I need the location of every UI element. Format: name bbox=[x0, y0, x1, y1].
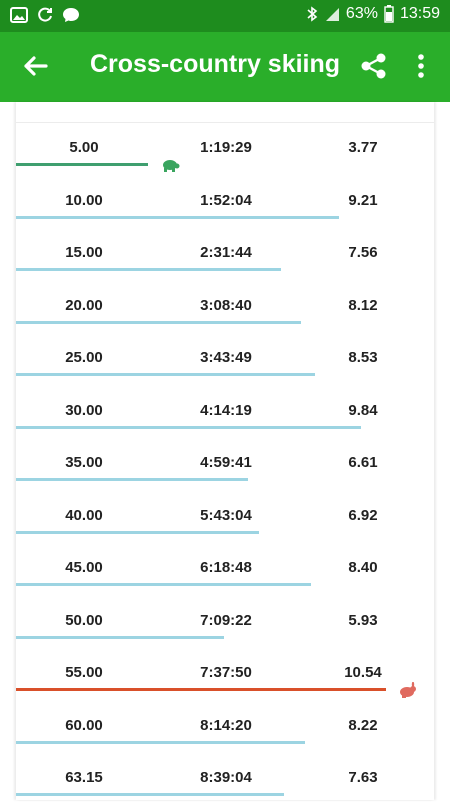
split-speed: 9.84 bbox=[348, 401, 378, 419]
speed-bar bbox=[16, 740, 305, 744]
gallery-icon bbox=[10, 7, 28, 23]
split-time: 4:59:41 bbox=[200, 454, 252, 471]
speed-bar bbox=[16, 530, 259, 534]
split-time: 1:52:04 bbox=[200, 191, 252, 209]
split-time: 6:18:48 bbox=[200, 559, 252, 576]
split-time: 8:39:04 bbox=[200, 769, 252, 786]
split-speed: 5.93 bbox=[348, 611, 378, 629]
split-distance: 50.00 bbox=[65, 611, 103, 629]
speed-bar bbox=[16, 320, 301, 324]
status-left-icons bbox=[10, 6, 80, 24]
split-distance: 5.00 bbox=[69, 139, 99, 156]
split-distance: 10.00 bbox=[65, 191, 103, 209]
split-speed: 6.61 bbox=[348, 454, 378, 471]
split-distance: 20.00 bbox=[65, 296, 103, 314]
split-row: 15.00 2:31:44 7.56 bbox=[16, 229, 434, 282]
split-row: 35.00 4:59:41 6.61 bbox=[16, 439, 434, 492]
app-bar: Cross-country skiing bbox=[0, 32, 450, 102]
split-row: 10.00 1:52:04 9.21 bbox=[16, 177, 434, 230]
split-distance: 40.00 bbox=[65, 506, 103, 524]
split-speed: 8.40 bbox=[348, 559, 378, 576]
sync-icon bbox=[38, 7, 52, 22]
split-speed: 7.56 bbox=[348, 244, 378, 261]
bluetooth-icon bbox=[307, 6, 318, 22]
status-right-icons: 63% 13:59 bbox=[306, 5, 440, 23]
split-time: 1:19:29 bbox=[200, 139, 252, 156]
speed-bar bbox=[16, 635, 224, 639]
split-row: 50.00 7:09:22 5.93 bbox=[16, 597, 434, 650]
signal-icon bbox=[325, 8, 339, 21]
split-time: 2:31:44 bbox=[200, 244, 252, 261]
speed-bar bbox=[16, 163, 148, 166]
speed-bar bbox=[16, 215, 339, 219]
split-time: 3:08:40 bbox=[200, 296, 252, 314]
rabbit-icon bbox=[398, 681, 418, 698]
split-speed: 7.63 bbox=[348, 769, 378, 786]
split-row: 5.00 1:19:29 3.77 bbox=[16, 124, 434, 177]
splits-card: 5.00 1:19:29 3.77 10.00 1:52:04 9.21 15.00 2:31… bbox=[16, 102, 434, 800]
more-vert-icon[interactable] bbox=[412, 51, 430, 81]
split-row: 55.00 7:37:50 10.54 bbox=[16, 649, 434, 702]
split-distance: 60.00 bbox=[65, 716, 103, 734]
battery-percent: 63% bbox=[345, 5, 378, 22]
split-time: 4:14:19 bbox=[200, 401, 252, 419]
split-distance: 55.00 bbox=[65, 664, 103, 681]
split-row: 25.00 3:43:49 8.53 bbox=[16, 334, 434, 387]
split-speed: 3.77 bbox=[348, 139, 378, 156]
split-distance: 45.00 bbox=[65, 559, 103, 576]
speed-bar bbox=[16, 793, 284, 796]
split-row: 60.00 8:14:20 8.22 bbox=[16, 702, 434, 755]
split-time: 8:14:20 bbox=[200, 716, 252, 734]
split-row: 30.00 4:14:19 9.84 bbox=[16, 387, 434, 440]
split-distance: 63.15 bbox=[65, 769, 103, 786]
speed-bar bbox=[16, 268, 281, 271]
split-speed: 6.92 bbox=[348, 506, 378, 524]
turtle-icon bbox=[160, 157, 180, 173]
split-distance: 25.00 bbox=[65, 349, 103, 366]
battery-icon bbox=[384, 5, 394, 23]
back-arrow-icon[interactable] bbox=[20, 50, 52, 82]
split-distance: 35.00 bbox=[65, 454, 103, 471]
split-row: 45.00 6:18:48 8.40 bbox=[16, 544, 434, 597]
chat-icon bbox=[63, 8, 79, 22]
split-time: 7:09:22 bbox=[200, 611, 252, 629]
split-row: 40.00 5:43:04 6.92 bbox=[16, 492, 434, 545]
split-distance: 30.00 bbox=[65, 401, 103, 419]
split-distance: 15.00 bbox=[65, 244, 103, 261]
speed-bar bbox=[16, 583, 311, 586]
split-speed: 8.53 bbox=[348, 349, 378, 366]
speed-bar bbox=[16, 688, 386, 691]
split-row: 20.00 3:08:40 8.12 bbox=[16, 282, 434, 335]
splits-list: 5.00 1:19:29 3.77 10.00 1:52:04 9.21 15.00 2:31… bbox=[16, 124, 434, 807]
split-speed: 9.21 bbox=[348, 191, 378, 209]
split-time: 5:43:04 bbox=[200, 506, 252, 524]
card-divider bbox=[16, 122, 434, 123]
split-time: 7:37:50 bbox=[200, 664, 252, 681]
speed-bar bbox=[16, 373, 315, 376]
split-speed: 8.12 bbox=[348, 296, 378, 314]
split-time: 3:43:49 bbox=[200, 349, 252, 366]
status-bar: 63% 13:59 bbox=[0, 0, 450, 32]
clock: 13:59 bbox=[399, 5, 440, 22]
speed-bar bbox=[16, 478, 248, 481]
speed-bar bbox=[16, 425, 361, 429]
split-speed: 8.22 bbox=[348, 716, 378, 734]
split-speed: 10.54 bbox=[344, 664, 382, 681]
share-icon[interactable] bbox=[360, 52, 388, 80]
split-row: 63.15 8:39:04 7.63 bbox=[16, 754, 434, 807]
page-title: Cross-country skiing bbox=[90, 50, 341, 78]
